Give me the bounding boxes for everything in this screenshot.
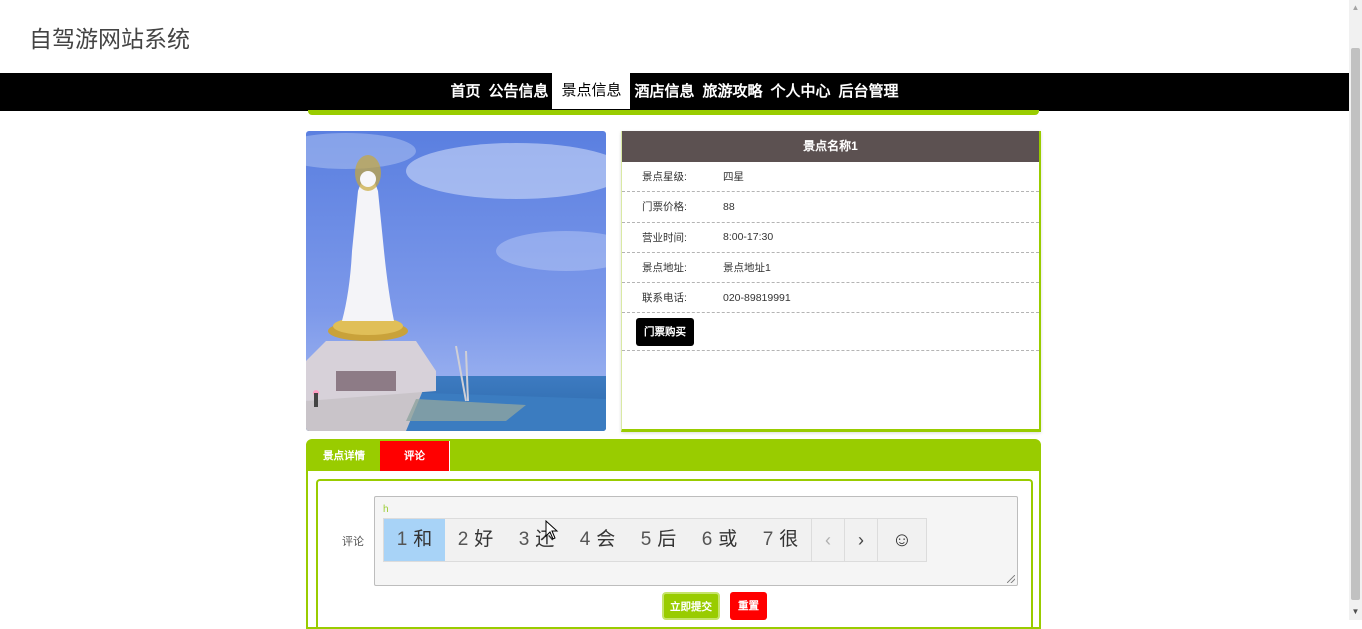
scroll-down-arrow-icon[interactable]: ▼ <box>1349 604 1362 620</box>
buy-row: 门票购买 <box>622 313 1039 352</box>
site-title[interactable]: 自驾游网站系统 <box>29 20 190 54</box>
info-row-ticket-price: 门票价格: 88 <box>622 192 1039 223</box>
buy-ticket-button[interactable]: 门票购买 <box>636 317 694 346</box>
info-label: 景点地址: <box>642 262 687 275</box>
ime-candidate[interactable]: 5后 <box>628 519 689 561</box>
info-label: 门票价格: <box>642 201 687 214</box>
nav-item-hotels[interactable]: 酒店信息 <box>630 73 698 111</box>
typed-text: h <box>383 504 389 515</box>
nav-item-home[interactable]: 首页 <box>446 73 484 111</box>
site-header: 自驾游网站系统 <box>0 0 1349 73</box>
ime-candidate[interactable]: 6或 <box>689 519 750 561</box>
ime-emoji-icon[interactable]: ☺ <box>877 519 926 561</box>
ime-candidate[interactable]: 1和 <box>384 519 445 561</box>
info-value: 景点地址1 <box>723 262 771 275</box>
attraction-info-panel: 景点名称1 景点星级: 四星 门票价格: 88 营业时间: 8:00-17:30… <box>621 131 1041 432</box>
attraction-photo <box>306 131 606 431</box>
info-value: 88 <box>723 200 735 213</box>
info-row-star-rating: 景点星级: 四星 <box>622 162 1039 193</box>
reset-button[interactable]: 重置 <box>730 592 767 620</box>
nav-item-attractions[interactable]: 景点信息 <box>552 73 631 109</box>
tab-bar: 景点详情 评论 <box>308 441 1039 471</box>
nav-item-announcements[interactable]: 公告信息 <box>484 73 552 111</box>
info-label: 营业时间: <box>642 231 687 244</box>
mouse-cursor-icon <box>545 520 559 540</box>
ime-candidate-bar: 1和 2好 3还 4会 5后 6或 7很 ‹ › ☺ <box>383 518 927 562</box>
comment-label: 评论 <box>342 536 364 548</box>
scroll-up-arrow-icon[interactable]: ▲ <box>1349 0 1362 16</box>
nav-item-personal-center[interactable]: 个人中心 <box>767 73 835 111</box>
ime-prev-page-icon[interactable]: ‹ <box>811 519 844 561</box>
scrollbar-thumb[interactable] <box>1351 48 1360 600</box>
main-nav: 首页 公告信息 景点信息 酒店信息 旅游攻略 个人中心 后台管理 <box>0 73 1349 111</box>
comment-textarea[interactable]: h 1和 2好 3还 4会 5后 6或 7很 ‹ › ☺ <box>374 496 1018 586</box>
ime-candidate[interactable]: 2好 <box>445 519 506 561</box>
nav-item-guides[interactable]: 旅游攻略 <box>699 73 767 111</box>
info-row-phone: 联系电话: 020-89819991 <box>622 283 1039 314</box>
page-scrollbar[interactable]: ▲ ▼ <box>1349 0 1362 620</box>
nav-item-admin[interactable]: 后台管理 <box>835 73 903 111</box>
ime-candidate[interactable]: 7很 <box>750 519 811 561</box>
info-row-business-hours: 营业时间: 8:00-17:30 <box>622 223 1039 253</box>
info-value: 8:00-17:30 <box>723 231 774 244</box>
info-label: 联系电话: <box>642 292 687 305</box>
tab-comments[interactable]: 评论 <box>380 441 450 471</box>
attraction-name: 景点名称1 <box>622 131 1039 162</box>
submit-button[interactable]: 立即提交 <box>662 592 720 620</box>
resize-grip-icon[interactable] <box>1007 575 1015 583</box>
info-label: 景点星级: <box>642 171 687 184</box>
nav-accent-line <box>308 110 1039 115</box>
ime-candidate[interactable]: 4会 <box>567 519 628 561</box>
info-row-address: 景点地址: 景点地址1 <box>622 253 1039 284</box>
ime-next-page-icon[interactable]: › <box>844 519 877 561</box>
info-value: 020-89819991 <box>723 291 791 304</box>
info-value: 四星 <box>723 171 744 184</box>
tab-attraction-details[interactable]: 景点详情 <box>308 441 380 471</box>
